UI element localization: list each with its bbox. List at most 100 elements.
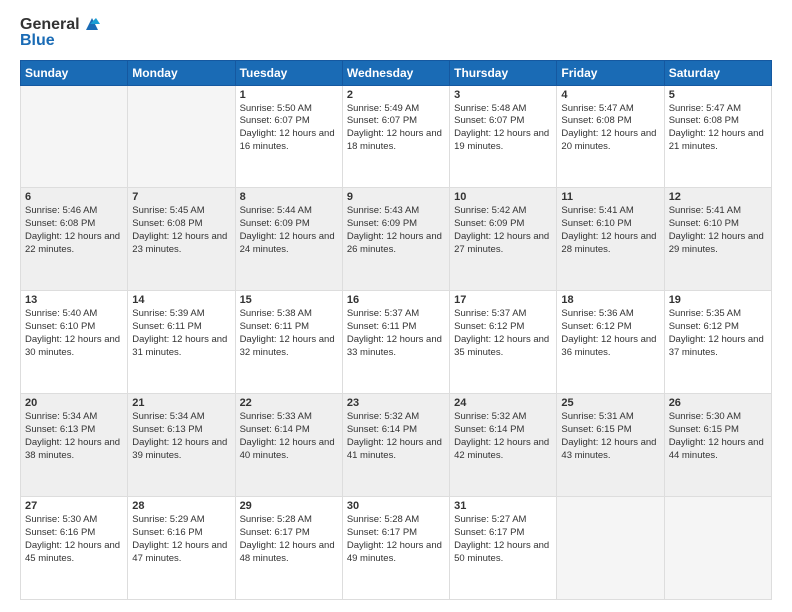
logo-blue: Blue [20, 32, 55, 50]
day-number: 10 [454, 191, 552, 203]
calendar-cell: 12 Sunrise: 5:41 AMSunset: 6:10 PMDayligh… [664, 188, 771, 291]
cell-info: Sunrise: 5:41 AMSunset: 6:10 PMDaylight:… [561, 205, 659, 256]
calendar-cell [128, 85, 235, 188]
cell-info: Sunrise: 5:28 AMSunset: 6:17 PMDaylight:… [347, 514, 445, 565]
day-number: 24 [454, 397, 552, 409]
cell-info: Sunrise: 5:40 AMSunset: 6:10 PMDaylight:… [25, 308, 123, 359]
cell-info: Sunrise: 5:46 AMSunset: 6:08 PMDaylight:… [25, 205, 123, 256]
day-number: 19 [669, 294, 767, 306]
cell-info: Sunrise: 5:30 AMSunset: 6:16 PMDaylight:… [25, 514, 123, 565]
day-number: 31 [454, 500, 552, 512]
calendar: SundayMondayTuesdayWednesdayThursdayFrid… [20, 60, 772, 600]
header: General Blue [20, 16, 772, 50]
calendar-cell: 9 Sunrise: 5:43 AMSunset: 6:09 PMDaylight… [342, 188, 449, 291]
cell-info: Sunrise: 5:31 AMSunset: 6:15 PMDaylight:… [561, 411, 659, 462]
day-number: 27 [25, 500, 123, 512]
day-number: 18 [561, 294, 659, 306]
day-number: 22 [240, 397, 338, 409]
cell-info: Sunrise: 5:36 AMSunset: 6:12 PMDaylight:… [561, 308, 659, 359]
cell-info: Sunrise: 5:37 AMSunset: 6:11 PMDaylight:… [347, 308, 445, 359]
cell-info: Sunrise: 5:43 AMSunset: 6:09 PMDaylight:… [347, 205, 445, 256]
day-number: 2 [347, 89, 445, 101]
cell-info: Sunrise: 5:49 AMSunset: 6:07 PMDaylight:… [347, 103, 445, 154]
cell-info: Sunrise: 5:47 AMSunset: 6:08 PMDaylight:… [561, 103, 659, 154]
weekday-header-monday: Monday [128, 60, 235, 85]
weekday-header-thursday: Thursday [450, 60, 557, 85]
cell-info: Sunrise: 5:32 AMSunset: 6:14 PMDaylight:… [454, 411, 552, 462]
calendar-cell: 10 Sunrise: 5:42 AMSunset: 6:09 PMDayligh… [450, 188, 557, 291]
weekday-header-sunday: Sunday [21, 60, 128, 85]
calendar-cell: 8Sunrise: 5:44 AMSunset: 6:09 PMDaylight… [235, 188, 342, 291]
calendar-cell: 7Sunrise: 5:45 AMSunset: 6:08 PMDaylight… [128, 188, 235, 291]
calendar-cell: 14Sunrise: 5:39 AMSunset: 6:11 PMDayligh… [128, 291, 235, 394]
calendar-cell: 2 Sunrise: 5:49 AMSunset: 6:07 PMDaylight… [342, 85, 449, 188]
day-number: 17 [454, 294, 552, 306]
calendar-cell: 30 Sunrise: 5:28 AMSunset: 6:17 PMDayligh… [342, 497, 449, 600]
week-row-5: 27 Sunrise: 5:30 AMSunset: 6:16 PMDayligh… [21, 497, 772, 600]
logo: General Blue [20, 16, 102, 50]
calendar-cell: 18 Sunrise: 5:36 AMSunset: 6:12 PMDayligh… [557, 291, 664, 394]
day-number: 5 [669, 89, 767, 101]
cell-info: Sunrise: 5:45 AMSunset: 6:08 PMDaylight:… [132, 205, 230, 256]
cell-info: Sunrise: 5:33 AMSunset: 6:14 PMDaylight:… [240, 411, 338, 462]
cell-info: Sunrise: 5:28 AMSunset: 6:17 PMDaylight:… [240, 514, 338, 565]
calendar-cell: 17 Sunrise: 5:37 AMSunset: 6:12 PMDayligh… [450, 291, 557, 394]
cell-info: Sunrise: 5:38 AMSunset: 6:11 PMDaylight:… [240, 308, 338, 359]
cell-info: Sunrise: 5:48 AMSunset: 6:07 PMDaylight:… [454, 103, 552, 154]
day-number: 9 [347, 191, 445, 203]
calendar-cell: 6 Sunrise: 5:46 AMSunset: 6:08 PMDaylight… [21, 188, 128, 291]
day-number: 23 [347, 397, 445, 409]
weekday-header-saturday: Saturday [664, 60, 771, 85]
week-row-4: 20 Sunrise: 5:34 AMSunset: 6:13 PMDayligh… [21, 394, 772, 497]
day-number: 26 [669, 397, 767, 409]
day-number: 8 [240, 191, 338, 203]
week-row-1: 1 Sunrise: 5:50 AMSunset: 6:07 PMDaylight… [21, 85, 772, 188]
calendar-cell: 29 Sunrise: 5:28 AMSunset: 6:17 PMDayligh… [235, 497, 342, 600]
calendar-cell: 20Sunrise: 5:34 AMSunset: 6:13 PMDayligh… [21, 394, 128, 497]
day-number: 30 [347, 500, 445, 512]
day-number: 29 [240, 500, 338, 512]
day-number: 1 [240, 89, 338, 101]
day-number: 16 [347, 294, 445, 306]
day-number: 11 [561, 191, 659, 203]
cell-info: Sunrise: 5:30 AMSunset: 6:15 PMDaylight:… [669, 411, 767, 462]
calendar-cell: 3Sunrise: 5:48 AMSunset: 6:07 PMDaylight… [450, 85, 557, 188]
calendar-cell: 5 Sunrise: 5:47 AMSunset: 6:08 PMDaylight… [664, 85, 771, 188]
calendar-cell: 27 Sunrise: 5:30 AMSunset: 6:16 PMDayligh… [21, 497, 128, 600]
cell-info: Sunrise: 5:42 AMSunset: 6:09 PMDaylight:… [454, 205, 552, 256]
cell-info: Sunrise: 5:50 AMSunset: 6:07 PMDaylight:… [240, 103, 338, 154]
calendar-cell: 24 Sunrise: 5:32 AMSunset: 6:14 PMDayligh… [450, 394, 557, 497]
calendar-cell: 22 Sunrise: 5:33 AMSunset: 6:14 PMDayligh… [235, 394, 342, 497]
week-row-2: 6 Sunrise: 5:46 AMSunset: 6:08 PMDaylight… [21, 188, 772, 291]
day-number: 4 [561, 89, 659, 101]
calendar-cell: 23 Sunrise: 5:32 AMSunset: 6:14 PMDayligh… [342, 394, 449, 497]
calendar-cell [557, 497, 664, 600]
calendar-cell: 11 Sunrise: 5:41 AMSunset: 6:10 PMDayligh… [557, 188, 664, 291]
weekday-header-friday: Friday [557, 60, 664, 85]
calendar-cell: 31 Sunrise: 5:27 AMSunset: 6:17 PMDayligh… [450, 497, 557, 600]
calendar-cell: 21 Sunrise: 5:34 AMSunset: 6:13 PMDayligh… [128, 394, 235, 497]
cell-info: Sunrise: 5:32 AMSunset: 6:14 PMDaylight:… [347, 411, 445, 462]
day-number: 20 [25, 397, 123, 409]
day-number: 6 [25, 191, 123, 203]
day-number: 28 [132, 500, 230, 512]
calendar-cell: 16 Sunrise: 5:37 AMSunset: 6:11 PMDayligh… [342, 291, 449, 394]
cell-info: Sunrise: 5:37 AMSunset: 6:12 PMDaylight:… [454, 308, 552, 359]
cell-info: Sunrise: 5:47 AMSunset: 6:08 PMDaylight:… [669, 103, 767, 154]
day-number: 21 [132, 397, 230, 409]
calendar-cell: 28 Sunrise: 5:29 AMSunset: 6:16 PMDayligh… [128, 497, 235, 600]
weekday-header-row: SundayMondayTuesdayWednesdayThursdayFrid… [21, 60, 772, 85]
cell-info: Sunrise: 5:29 AMSunset: 6:16 PMDaylight:… [132, 514, 230, 565]
calendar-cell: 1 Sunrise: 5:50 AMSunset: 6:07 PMDaylight… [235, 85, 342, 188]
cell-info: Sunrise: 5:34 AMSunset: 6:13 PMDaylight:… [132, 411, 230, 462]
weekday-header-wednesday: Wednesday [342, 60, 449, 85]
cell-info: Sunrise: 5:35 AMSunset: 6:12 PMDaylight:… [669, 308, 767, 359]
day-number: 12 [669, 191, 767, 203]
calendar-cell: 19 Sunrise: 5:35 AMSunset: 6:12 PMDayligh… [664, 291, 771, 394]
calendar-cell: 15Sunrise: 5:38 AMSunset: 6:11 PMDayligh… [235, 291, 342, 394]
day-number: 25 [561, 397, 659, 409]
week-row-3: 13Sunrise: 5:40 AMSunset: 6:10 PMDayligh… [21, 291, 772, 394]
cell-info: Sunrise: 5:41 AMSunset: 6:10 PMDaylight:… [669, 205, 767, 256]
day-number: 14 [132, 294, 230, 306]
cell-info: Sunrise: 5:27 AMSunset: 6:17 PMDaylight:… [454, 514, 552, 565]
